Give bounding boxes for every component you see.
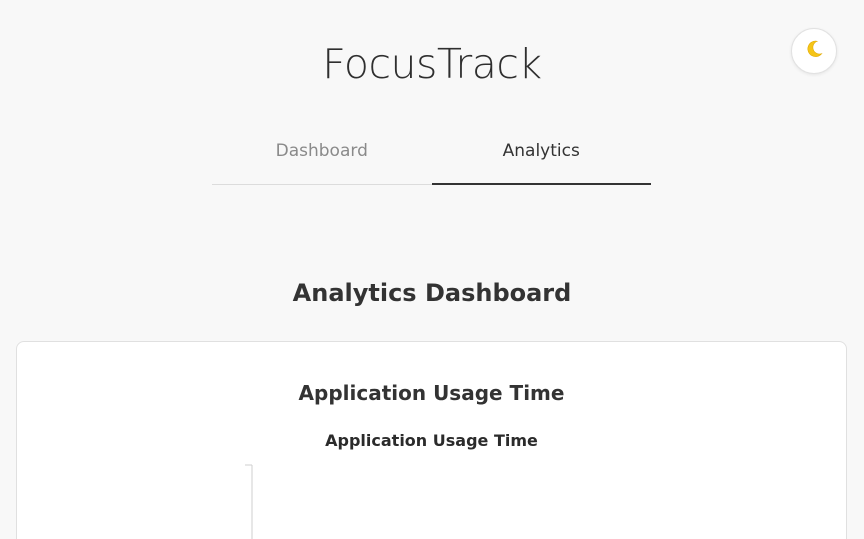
chart-canvas	[245, 464, 253, 539]
tab-dashboard[interactable]: Dashboard	[212, 128, 432, 184]
usage-chart-card: Application Usage Time Application Usage…	[16, 341, 847, 539]
theme-toggle-button[interactable]	[791, 28, 837, 74]
card-title: Application Usage Time	[298, 381, 565, 405]
main-tabs: Dashboard Analytics	[212, 128, 651, 185]
app-title: FocusTrack	[322, 40, 542, 88]
tab-analytics[interactable]: Analytics	[431, 128, 652, 185]
moon-icon	[803, 38, 825, 64]
chart-title: Application Usage Time	[325, 431, 538, 450]
moon-icon-graphic	[807, 40, 823, 57]
page-heading: Analytics Dashboard	[292, 279, 572, 307]
usage-chart	[222, 462, 642, 539]
analytics-page: FocusTrack Dashboard Analytics Analytics…	[0, 0, 864, 539]
